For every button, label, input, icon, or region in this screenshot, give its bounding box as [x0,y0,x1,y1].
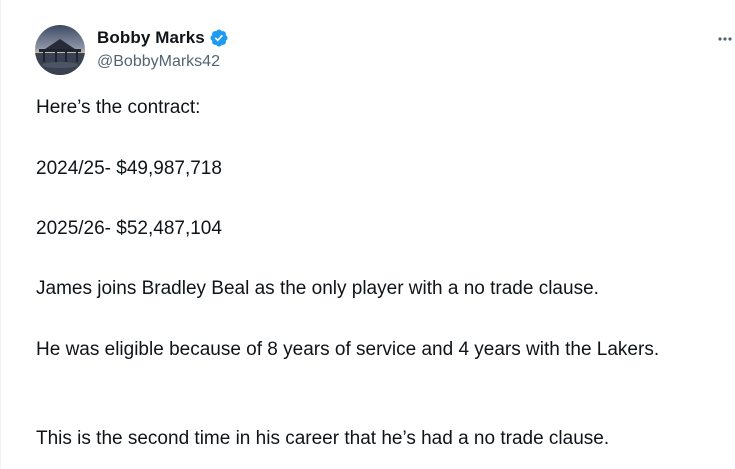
author-name-row: Bobby Marks [97,27,229,49]
author-display-name[interactable]: Bobby Marks [97,28,205,48]
tweet-paragraph: 2025/26- $52,487,104 [36,218,222,239]
avatar-image [35,25,85,75]
tweet-card: Bobby Marks @BobbyMarks42 Here’s the con… [0,0,735,469]
tweet-paragraph: 2024/25- $49,987,718 [36,158,222,179]
tweet-paragraph: James joins Bradley Beal as the only pla… [36,278,599,299]
tweet-paragraph: He was eligible because of 8 years of se… [36,339,660,360]
verified-badge-icon [209,28,229,48]
author-handle[interactable]: @BobbyMarks42 [97,53,220,71]
avatar[interactable] [35,25,85,75]
tweet-paragraph: Here’s the contract: [36,97,201,118]
more-options-icon[interactable] [714,27,735,49]
tweet-paragraph: This is the second time in his career th… [36,428,610,449]
